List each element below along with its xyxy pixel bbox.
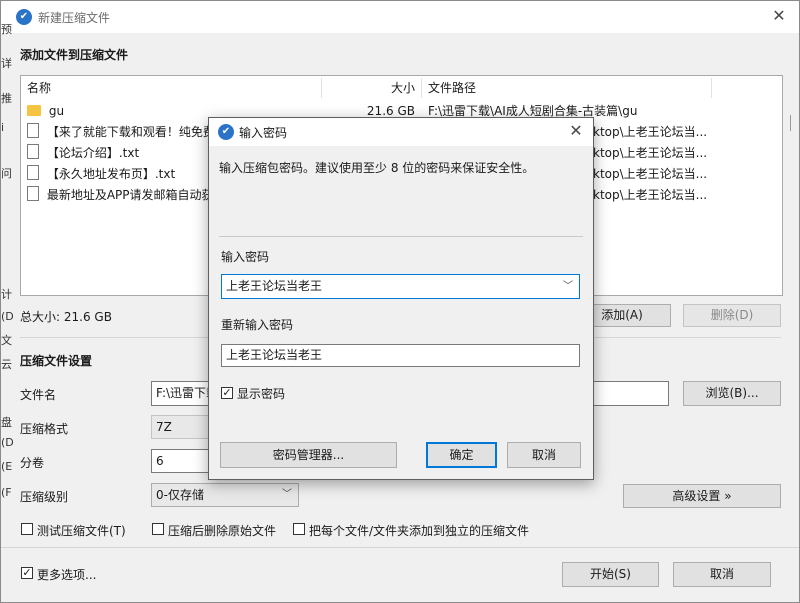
chevron-down-icon: ﹀ bbox=[282, 489, 292, 500]
level-select[interactable]: 0-仅存储 ﹀ bbox=[151, 483, 299, 507]
file-icon bbox=[27, 123, 39, 138]
edge-char: (E bbox=[1, 460, 13, 473]
show-password-label[interactable]: 显示密码 bbox=[237, 385, 285, 402]
file-name: 【来了就能下载和观看！纯免费 bbox=[46, 125, 212, 139]
more-options-checkbox[interactable]: ✓ bbox=[21, 567, 33, 579]
title-bar: ✔ 新建压缩文件 ✕ bbox=[1, 1, 799, 33]
level-select-value: 0-仅存储 bbox=[156, 488, 204, 502]
file-icon bbox=[27, 144, 39, 159]
edge-char: 推 bbox=[1, 92, 12, 105]
total-size: 总大小: 21.6 GB bbox=[20, 310, 112, 324]
test-archive-label[interactable]: 测试压缩文件(T) bbox=[37, 522, 126, 539]
level-label: 压缩级别 bbox=[20, 490, 69, 504]
reenter-password-input[interactable]: 上老王论坛当老王 bbox=[221, 344, 580, 367]
file-name: 【论坛介绍】.txt bbox=[46, 146, 140, 160]
main-cancel-button[interactable]: 取消 bbox=[673, 562, 771, 587]
background-window-edge bbox=[790, 115, 800, 131]
password-label: 输入密码 bbox=[221, 250, 270, 264]
file-name: 【永久地址发布页】.txt bbox=[46, 167, 176, 181]
edge-char: 预 bbox=[1, 23, 12, 36]
separate-archives-label[interactable]: 把每个文件/文件夹添加到独立的压缩文件 bbox=[309, 522, 529, 539]
column-header-name[interactable]: 名称 bbox=[27, 76, 327, 100]
column-separator[interactable] bbox=[321, 78, 322, 98]
password-combobox[interactable]: 上老王论坛当老王 ﹀ bbox=[221, 274, 580, 299]
column-separator[interactable] bbox=[421, 78, 422, 98]
list-item[interactable]: 【永久地址发布页】.txt bbox=[27, 164, 212, 185]
more-options-label[interactable]: 更多选项... bbox=[37, 566, 96, 583]
settings-heading: 压缩文件设置 bbox=[20, 354, 93, 368]
chevron-down-icon[interactable]: ﹀ bbox=[563, 275, 573, 298]
start-button[interactable]: 开始(S) bbox=[562, 562, 659, 587]
dialog-title: 输入密码 bbox=[239, 126, 288, 140]
app-logo-icon: ✔ bbox=[16, 9, 32, 25]
edge-char: 问 bbox=[1, 167, 12, 180]
file-name: gu bbox=[48, 104, 65, 118]
reenter-password-label: 重新输入密码 bbox=[221, 318, 294, 332]
edge-char: 文 bbox=[1, 334, 12, 347]
ok-button[interactable]: 确定 bbox=[426, 442, 497, 468]
password-input-value: 上老王论坛当老王 bbox=[226, 279, 323, 293]
column-header-path[interactable]: 文件路径 bbox=[428, 76, 708, 100]
edge-char: 详 bbox=[1, 57, 12, 70]
divider bbox=[1, 547, 799, 548]
window-title: 新建压缩文件 bbox=[38, 11, 111, 25]
file-path: ktop\上老王论坛当... bbox=[593, 146, 708, 160]
edge-char: 云 bbox=[1, 358, 12, 371]
filename-label: 文件名 bbox=[20, 388, 57, 402]
add-files-heading: 添加文件到压缩文件 bbox=[20, 48, 129, 62]
edge-char: 计 bbox=[1, 288, 12, 301]
column-header-size[interactable]: 大小 bbox=[323, 76, 415, 100]
password-dialog: ✔ 输入密码 ✕ 输入压缩包密码。建议使用至少 8 位的密码来保证安全性。 输入… bbox=[208, 117, 594, 480]
browse-button[interactable]: 浏览(B)... bbox=[683, 381, 781, 406]
file-path: ktop\上老王论坛当... bbox=[593, 188, 708, 202]
edge-char: 盘 bbox=[1, 416, 12, 429]
file-icon bbox=[27, 186, 39, 201]
password-manager-button[interactable]: 密码管理器... bbox=[220, 442, 397, 468]
list-item[interactable]: 【来了就能下载和观看！纯免费 bbox=[27, 122, 212, 143]
advanced-settings-button[interactable]: 高级设置 » bbox=[623, 484, 781, 508]
file-name: 最新地址及APP请发邮箱自动获 bbox=[46, 188, 212, 202]
list-item[interactable]: 【论坛介绍】.txt bbox=[27, 143, 212, 164]
file-icon bbox=[27, 165, 39, 180]
volume-label: 分卷 bbox=[20, 456, 45, 470]
separate-archives-checkbox[interactable] bbox=[293, 523, 305, 535]
folder-icon bbox=[27, 105, 41, 116]
edge-char: (F bbox=[1, 486, 12, 499]
background-window-edge: 预 详 推 i 问 计 (D 文 云 盘 (D (E (F bbox=[1, 21, 14, 501]
list-item[interactable]: 最新地址及APP请发邮箱自动获 bbox=[27, 185, 212, 206]
divider bbox=[219, 236, 583, 237]
edge-char: (D bbox=[1, 436, 14, 449]
app-logo-icon: ✔ bbox=[218, 124, 234, 140]
file-path: ktop\上老王论坛当... bbox=[593, 167, 708, 181]
edge-char: i bbox=[1, 121, 5, 134]
file-path: ktop\上老王论坛当... bbox=[593, 125, 708, 139]
delete-after-label[interactable]: 压缩后删除原始文件 bbox=[168, 522, 276, 539]
close-icon[interactable]: ✕ bbox=[769, 6, 789, 25]
dialog-title-bar: ✔ 输入密码 ✕ bbox=[209, 118, 593, 146]
test-archive-checkbox[interactable] bbox=[21, 523, 33, 535]
close-icon[interactable]: ✕ bbox=[566, 121, 586, 140]
delete-button[interactable]: 删除(D) bbox=[683, 304, 781, 327]
column-separator[interactable] bbox=[711, 78, 712, 98]
show-password-checkbox[interactable]: ✓ bbox=[221, 387, 233, 399]
edge-char: (D bbox=[1, 310, 14, 323]
delete-after-checkbox[interactable] bbox=[152, 523, 164, 535]
format-label: 压缩格式 bbox=[20, 422, 69, 436]
dialog-cancel-button[interactable]: 取消 bbox=[507, 442, 581, 468]
dialog-instruction: 输入压缩包密码。建议使用至少 8 位的密码来保证安全性。 bbox=[219, 161, 535, 175]
